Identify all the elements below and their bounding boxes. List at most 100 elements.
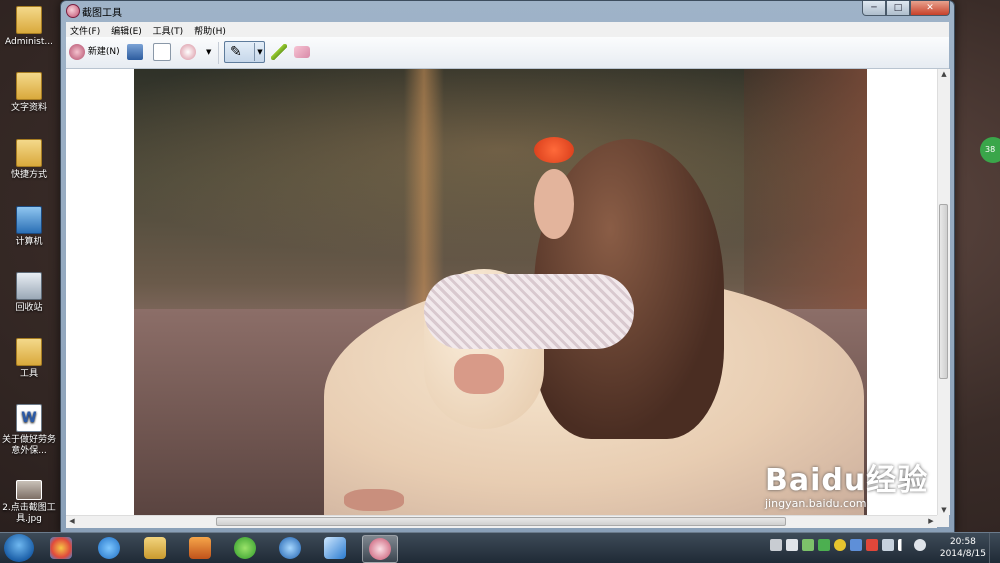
- snipping-tool-window: 截图工具 ─ □ ✕ 文件(F) 编辑(E) 工具(T) 帮助(H) 新建(N)…: [60, 0, 955, 533]
- eraser-button[interactable]: [294, 43, 310, 61]
- save-button[interactable]: [127, 43, 143, 61]
- clock[interactable]: 20:58 2014/8/15: [940, 536, 986, 560]
- clock-time: 20:58: [949, 537, 976, 547]
- image-file-icon: [16, 480, 42, 500]
- toolbar: 新建(N) ▼ ✎ ▼: [66, 37, 949, 69]
- send-snip-button[interactable]: [180, 43, 196, 61]
- internet-explorer-icon: [98, 537, 120, 559]
- desktop-icon-administrator[interactable]: Administ...: [0, 6, 58, 48]
- desktop-icon-label: 2.点击截图工具.jpg: [2, 503, 56, 524]
- desktop-icon-label: 计算机: [15, 237, 43, 247]
- chevron-down-icon: ▼: [206, 48, 212, 56]
- chevron-down-icon[interactable]: ▼: [254, 43, 265, 61]
- desktop-icon-computer[interactable]: 计算机: [0, 206, 58, 248]
- desktop-icon-label: 关于做好劳务意外保...: [1, 435, 56, 456]
- send-email-icon: [180, 43, 196, 60]
- scissors-icon: [369, 538, 391, 560]
- keyboard-icon[interactable]: [770, 539, 782, 551]
- desktop-icon-word-doc[interactable]: 关于做好劳务意外保...: [0, 404, 58, 457]
- start-orb-button[interactable]: [4, 534, 34, 562]
- desktop-icon-label: 回收站: [15, 303, 43, 313]
- close-button[interactable]: ✕: [910, 1, 950, 16]
- qq-icon: [279, 537, 301, 559]
- new-snip-button[interactable]: 新建(N): [69, 43, 120, 61]
- menu-help[interactable]: 帮助(H): [190, 22, 230, 37]
- window-title: 截图工具: [82, 8, 122, 19]
- scroll-up-icon[interactable]: ▲: [938, 70, 950, 78]
- taskbar-360-browser[interactable]: [228, 535, 262, 561]
- folder-icon: [144, 537, 166, 559]
- menu-tools[interactable]: 工具(T): [149, 22, 188, 37]
- 360-safe-icon[interactable]: [834, 539, 846, 551]
- pen-icon: ✎: [230, 44, 242, 60]
- title-bar[interactable]: 截图工具 ─ □ ✕: [61, 1, 954, 21]
- scroll-left-icon[interactable]: ◀: [66, 517, 78, 525]
- wifi-manager-icon[interactable]: [818, 539, 830, 551]
- bird-icon: [324, 537, 346, 559]
- snipping-tool-icon: [66, 4, 80, 18]
- computer-icon: [16, 206, 42, 234]
- show-desktop-button[interactable]: [989, 533, 1000, 563]
- copy-button[interactable]: [153, 43, 171, 61]
- desktop-icon-recycle-bin[interactable]: 回收站: [0, 272, 58, 314]
- volume-icon[interactable]: [914, 539, 926, 551]
- horizontal-scrollbar[interactable]: ◀ ▶: [66, 515, 937, 528]
- desktop-icon-label: 工具: [19, 369, 38, 379]
- scissors-icon: [69, 43, 85, 60]
- pen-tool-button[interactable]: ✎ ▼: [224, 41, 265, 63]
- taskbar-feiq[interactable]: [318, 535, 352, 561]
- browser-360-icon: [234, 537, 256, 559]
- taskbar-qq[interactable]: [273, 535, 307, 561]
- highlighter-button[interactable]: [271, 43, 287, 61]
- security-icon[interactable]: [802, 539, 814, 551]
- floating-360-badge[interactable]: 38: [980, 137, 1000, 163]
- desktop-icon-image-file[interactable]: 2.点击截图工具.jpg: [0, 480, 58, 525]
- system-tray: [770, 539, 926, 557]
- desktop-icon-shortcuts[interactable]: 快捷方式: [0, 139, 58, 181]
- menu-file[interactable]: 文件(F): [66, 22, 104, 37]
- vertical-scrollbar[interactable]: ▲ ▼: [937, 69, 950, 515]
- minimize-button[interactable]: ─: [862, 1, 886, 16]
- folder-icon: [16, 139, 42, 167]
- vertical-scroll-thumb[interactable]: [939, 204, 948, 379]
- taskbar: 20:58 2014/8/15: [0, 532, 1000, 563]
- taskbar-media-player[interactable]: [183, 535, 217, 561]
- desktop-icon-text-files[interactable]: 文字资料: [0, 72, 58, 114]
- taskbar-color-balls-app[interactable]: [44, 535, 78, 561]
- new-snip-label: 新建(N): [87, 47, 120, 57]
- flag-icon[interactable]: [882, 539, 894, 551]
- copy-icon: [153, 43, 171, 61]
- antivirus-icon[interactable]: [866, 539, 878, 551]
- menu-bar: 文件(F) 编辑(E) 工具(T) 帮助(H): [66, 22, 949, 37]
- taskbar-file-explorer[interactable]: [138, 535, 172, 561]
- send-dropdown-button[interactable]: ▼: [206, 43, 211, 61]
- scroll-down-icon[interactable]: ▼: [938, 506, 950, 514]
- toolbar-separator: [218, 42, 219, 64]
- eraser-icon: [294, 45, 310, 58]
- save-icon: [127, 43, 143, 60]
- menu-edit[interactable]: 编辑(E): [107, 22, 146, 37]
- taskbar-snipping-tool[interactable]: [362, 535, 398, 563]
- desktop-icon-label: 快捷方式: [10, 170, 47, 180]
- scroll-right-icon[interactable]: ▶: [925, 517, 937, 525]
- watermark-main: Baidu经验: [765, 463, 929, 498]
- horizontal-scroll-thumb[interactable]: [216, 517, 786, 526]
- clock-date: 2014/8/15: [939, 549, 986, 559]
- highlighter-icon: [271, 43, 287, 60]
- desktop-icon-label: Administ...: [5, 37, 53, 47]
- notification-icon[interactable]: [786, 539, 798, 551]
- media-player-icon: [189, 537, 211, 559]
- color-balls-icon: [50, 537, 72, 559]
- desktop-icon-label: 文字资料: [10, 103, 47, 113]
- desktop-icon-tools[interactable]: 工具: [0, 338, 58, 380]
- recycle-bin-icon: [16, 272, 42, 300]
- maximize-button[interactable]: □: [886, 1, 910, 16]
- folder-icon: [16, 338, 42, 366]
- snip-canvas[interactable]: [66, 69, 937, 515]
- captured-photo: [134, 69, 867, 515]
- taskbar-internet-explorer[interactable]: [92, 535, 126, 561]
- folder-icon: [16, 72, 42, 100]
- network-signal-icon[interactable]: [898, 539, 910, 551]
- bluetooth-icon[interactable]: [850, 539, 862, 551]
- word-document-icon: [16, 404, 42, 432]
